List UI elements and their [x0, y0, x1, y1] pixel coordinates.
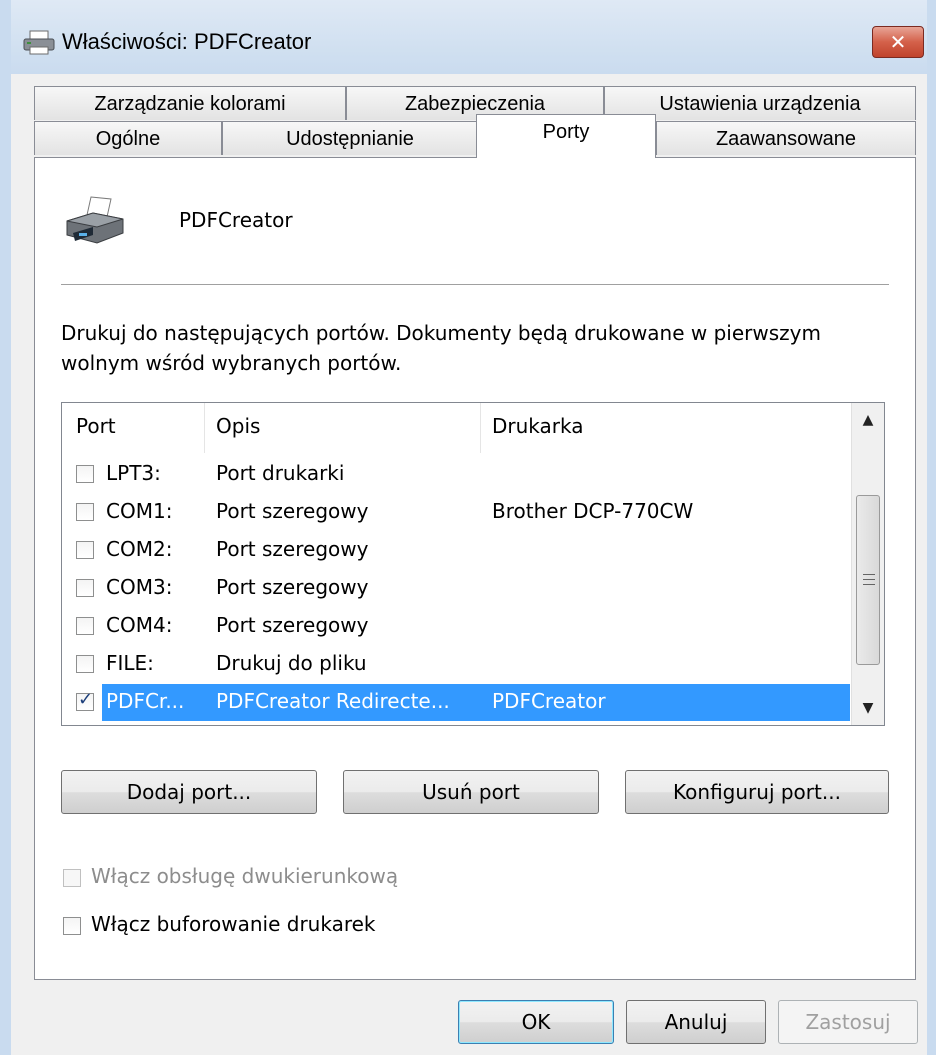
window-frame-left [0, 0, 11, 1055]
port-row-com2[interactable]: COM2: Port szeregowy [62, 532, 852, 569]
window-title: Właściwości: PDFCreator [62, 29, 312, 54]
printer-name: PDFCreator [179, 208, 293, 232]
column-header-description[interactable]: Opis [216, 414, 260, 438]
port-description: Port szeregowy [216, 613, 369, 637]
column-header-port[interactable]: Port [76, 414, 116, 438]
port-row-file[interactable]: FILE: Drukuj do pliku [62, 646, 852, 683]
port-description: Port szeregowy [216, 575, 369, 599]
port-checkbox-checked[interactable] [76, 689, 94, 711]
divider [61, 284, 889, 285]
close-button[interactable]: ✕ [872, 26, 924, 58]
port-list-scrollbar[interactable]: ▲ ― ― ― ▼ [851, 403, 884, 725]
port-printer: PDFCreator [492, 689, 606, 713]
bidirectional-checkbox[interactable] [63, 869, 81, 887]
port-checkbox[interactable] [76, 503, 94, 521]
column-separator[interactable] [480, 403, 481, 453]
port-name: COM2: [106, 537, 173, 561]
port-name: FILE: [106, 651, 154, 675]
printer-icon [23, 30, 55, 55]
port-checkbox[interactable] [76, 465, 94, 483]
tab-advanced[interactable]: Zaawansowane [656, 121, 916, 155]
port-name: COM3: [106, 575, 173, 599]
tab-general[interactable]: Ogólne [34, 121, 222, 155]
ports-description: Drukuj do następujących portów. Dokument… [61, 321, 821, 375]
port-description: Port drukarki [216, 461, 345, 485]
delete-port-button[interactable]: Usuń port [343, 770, 599, 814]
port-name: PDFCr... [106, 689, 185, 713]
port-printer: Brother DCP-770CW [492, 499, 694, 523]
printer-icon [66, 196, 124, 244]
window-frame-right [927, 0, 936, 1055]
apply-button[interactable]: Zastosuj [778, 1000, 918, 1044]
port-checkbox[interactable] [76, 541, 94, 559]
port-row-lpt3[interactable]: LPT3: Port drukarki [62, 456, 852, 493]
port-description: Port szeregowy [216, 537, 369, 561]
port-row-pdfcreator[interactable]: PDFCr... PDFCreator Redirecte... PDFCrea… [102, 684, 850, 721]
grip-icon: ― ― ― [863, 567, 875, 591]
ports-tab-panel: PDFCreator Drukuj do następujących portó… [34, 157, 916, 980]
pooling-label: Włącz buforowanie drukarek [91, 912, 376, 936]
tab-color-management[interactable]: Zarządzanie kolorami [34, 86, 346, 120]
scroll-down-arrow-icon[interactable]: ▼ [852, 691, 884, 725]
port-name: COM1: [106, 499, 173, 523]
column-separator[interactable] [204, 403, 205, 453]
scroll-up-arrow-icon[interactable]: ▲ [852, 403, 884, 437]
tab-ports[interactable]: Porty [476, 114, 656, 158]
tab-sharing[interactable]: Udostępnianie [222, 121, 478, 155]
port-name: LPT3: [106, 461, 161, 485]
configure-port-button[interactable]: Konfiguruj port... [625, 770, 889, 814]
port-row-com1[interactable]: COM1: Port szeregowy Brother DCP-770CW [62, 494, 852, 531]
port-row-com4[interactable]: COM4: Port szeregowy [62, 608, 852, 645]
port-checkbox[interactable] [76, 617, 94, 635]
cancel-button[interactable]: Anuluj [626, 1000, 766, 1044]
add-port-button[interactable]: Dodaj port... [61, 770, 317, 814]
port-list[interactable]: Port Opis Drukarka LPT3: Port drukarki C… [61, 402, 885, 726]
column-header-printer[interactable]: Drukarka [492, 414, 584, 438]
port-description: Drukuj do pliku [216, 651, 367, 675]
port-name: COM4: [106, 613, 173, 637]
port-checkbox[interactable] [76, 655, 94, 673]
port-description: PDFCreator Redirecte... [216, 689, 450, 713]
ok-button[interactable]: OK [458, 1000, 614, 1044]
port-checkbox[interactable] [76, 579, 94, 597]
port-list-header: Port Opis Drukarka [62, 403, 852, 453]
port-description: Port szeregowy [216, 499, 369, 523]
scrollbar-thumb[interactable]: ― ― ― [856, 495, 880, 665]
port-row-com3[interactable]: COM3: Port szeregowy [62, 570, 852, 607]
bidirectional-label: Włącz obsługę dwukierunkową [91, 864, 399, 888]
pooling-checkbox[interactable] [63, 917, 81, 935]
